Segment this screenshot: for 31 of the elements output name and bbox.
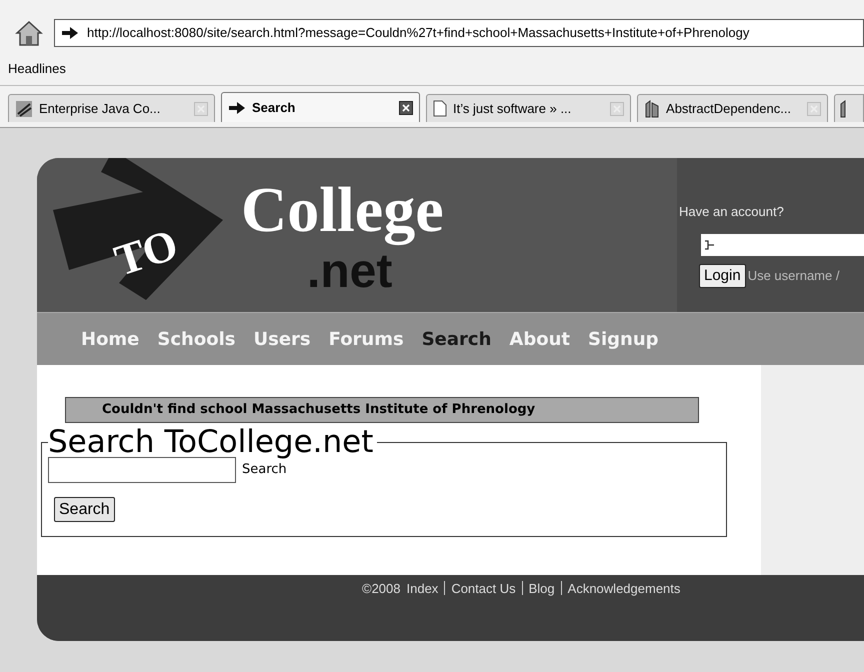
search-button[interactable]: Search bbox=[54, 497, 115, 522]
document-icon bbox=[644, 100, 660, 118]
login-button[interactable]: Login bbox=[699, 264, 746, 288]
search-field[interactable] bbox=[48, 457, 236, 483]
username-field[interactable] bbox=[701, 234, 864, 256]
browser-tab[interactable]: Search bbox=[221, 92, 420, 122]
site-icon bbox=[228, 100, 246, 116]
error-message: Couldn't find school Massachusetts Institute of Phrenology bbox=[65, 397, 699, 423]
site-icon bbox=[61, 25, 79, 41]
footer-link[interactable]: Index bbox=[406, 579, 438, 598]
bookmark-link[interactable]: Headlines bbox=[8, 58, 66, 78]
browser-tab[interactable]: It’s just software » ... bbox=[426, 94, 632, 122]
address-bar[interactable]: http://localhost:8080/site/search.html?message=Couldn%27t+find+school+Massachusetts+Institute+of+Phrenology bbox=[54, 19, 864, 47]
page-icon bbox=[433, 100, 448, 117]
browser-tab[interactable]: Enterprise Java Co... bbox=[8, 94, 215, 122]
search-heading: Search ToCollege.net bbox=[48, 425, 374, 459]
home-icon[interactable] bbox=[14, 19, 44, 47]
nav-link[interactable]: Search bbox=[420, 326, 494, 352]
close-icon[interactable] bbox=[399, 100, 414, 114]
logo-badge-text: TO bbox=[108, 218, 185, 288]
url-text: http://localhost:8080/site/search.html?message=Couldn%27t+find+school+Massachusetts+Institute+of+Phrenology bbox=[87, 24, 750, 42]
search-field-label: Search bbox=[242, 461, 287, 480]
footer-link[interactable]: Acknowledgements bbox=[568, 579, 680, 598]
copyright-text: ©2008 bbox=[362, 580, 400, 598]
logo-title: College bbox=[241, 173, 444, 248]
logo-suffix: .net bbox=[307, 245, 392, 300]
footer-link[interactable]: Contact Us bbox=[451, 579, 516, 598]
login-prompt: Have an account? bbox=[679, 203, 785, 221]
login-hint: Use username / bbox=[748, 266, 840, 285]
browser-tab[interactable]: AbstractDependenc... bbox=[637, 94, 828, 122]
footer-link[interactable]: Blog bbox=[528, 579, 555, 598]
